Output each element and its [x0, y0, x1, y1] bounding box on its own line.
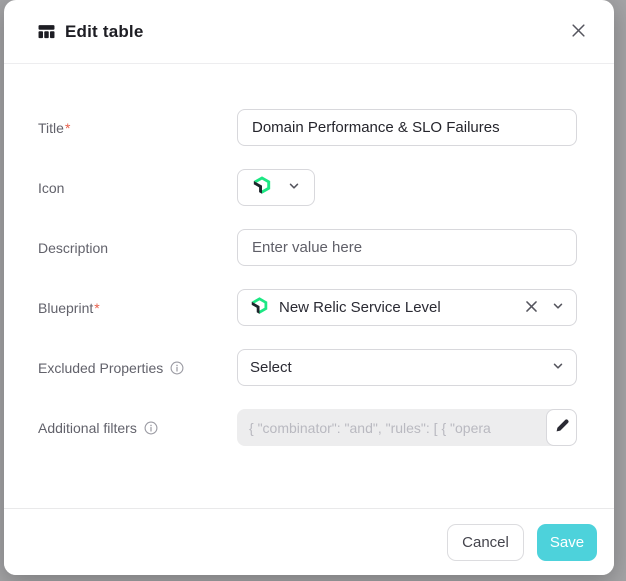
excluded-properties-select[interactable]: Select [237, 349, 577, 386]
form-row-additional-filters: Additional filters { "combinator": "and"… [38, 409, 614, 446]
modal-header: Edit table [4, 0, 614, 64]
modal-body: Title* Icon [4, 64, 614, 446]
close-button[interactable] [564, 18, 592, 46]
info-icon[interactable] [144, 421, 158, 435]
save-button[interactable]: Save [537, 524, 597, 561]
cancel-button[interactable]: Cancel [447, 524, 524, 561]
table-icon [38, 23, 55, 40]
new-relic-icon [250, 296, 269, 320]
description-input[interactable] [237, 229, 577, 266]
edit-filters-button[interactable] [546, 409, 577, 446]
form-row-icon: Icon [38, 169, 614, 206]
additional-filters-label: Additional filters [38, 420, 237, 436]
blueprint-dropdown-button[interactable] [552, 300, 564, 315]
modal-footer: Cancel Save [4, 508, 614, 575]
blueprint-value: New Relic Service Level [279, 299, 525, 316]
clear-x-icon [525, 300, 538, 316]
new-relic-icon [252, 175, 272, 200]
title-label: Title* [38, 120, 237, 136]
chevron-down-icon [552, 359, 564, 377]
additional-filters-value: { "combinator": "and", "rules": [ { "ope… [237, 409, 577, 446]
form-row-excluded-properties: Excluded Properties Select [38, 349, 614, 386]
edit-table-modal: Edit table Title* Icon [4, 0, 614, 575]
description-label: Description [38, 240, 237, 256]
pencil-icon [555, 419, 569, 436]
chevron-down-icon [552, 300, 564, 315]
chevron-down-icon [288, 179, 300, 197]
info-icon[interactable] [170, 361, 184, 375]
icon-select[interactable] [237, 169, 315, 206]
form-row-description: Description [38, 229, 614, 266]
excluded-properties-placeholder: Select [250, 359, 552, 376]
required-asterisk: * [94, 300, 99, 316]
blueprint-label: Blueprint* [38, 300, 237, 316]
close-icon [571, 23, 586, 41]
required-asterisk: * [65, 120, 70, 136]
title-input[interactable] [237, 109, 577, 146]
blueprint-select[interactable]: New Relic Service Level [237, 289, 577, 326]
form-row-title: Title* [38, 109, 614, 146]
excluded-properties-label: Excluded Properties [38, 360, 237, 376]
icon-label: Icon [38, 180, 237, 196]
form-row-blueprint: Blueprint* New Relic Service Level [38, 289, 614, 326]
modal-title: Edit table [65, 22, 564, 42]
clear-blueprint-button[interactable] [525, 300, 538, 316]
